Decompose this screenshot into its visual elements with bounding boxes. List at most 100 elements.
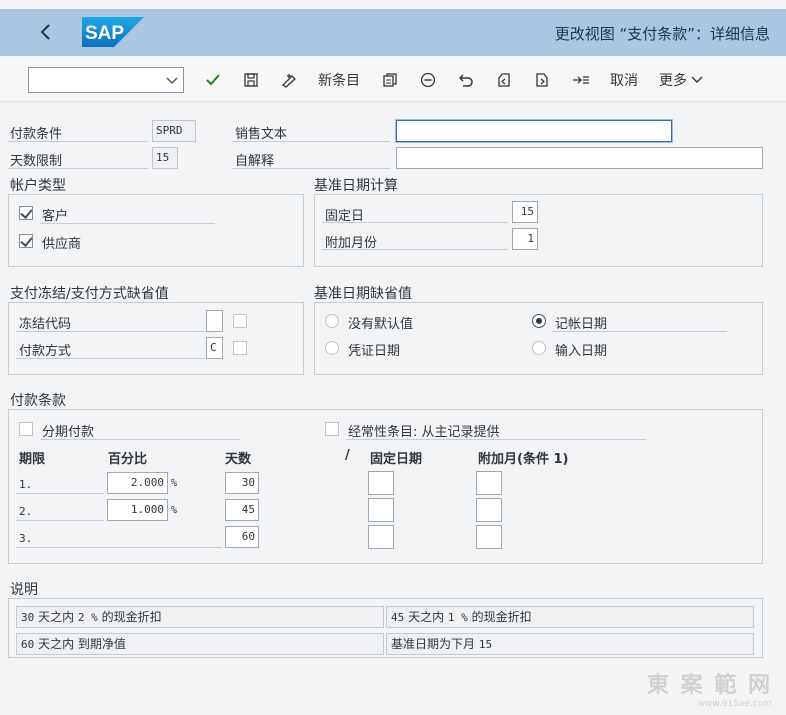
installment-line [40, 418, 240, 440]
svg-text:SAP: SAP [85, 23, 124, 44]
no-default-radio[interactable] [325, 314, 339, 328]
terms-title: 付款条款 [10, 393, 66, 409]
watermark-url: www.915ae.com [697, 699, 772, 709]
check-icon [206, 74, 220, 86]
explanation-line: 45 天之内 1 % 的现金折扣 [386, 606, 754, 628]
undo-button[interactable] [458, 68, 474, 92]
block-key-input[interactable] [206, 310, 223, 332]
col-fixed-date-header: 固定日期 [370, 452, 423, 467]
sales-text-label: 销售文本 [235, 127, 288, 142]
payment-terms-value: SPRD [152, 120, 196, 142]
additional-months-label: 附加月份 [325, 236, 378, 251]
fixed-date-input[interactable] [368, 471, 394, 495]
explanation-line: 30 天之内 2 % 的现金折扣 [16, 606, 384, 628]
customer-line [40, 202, 215, 224]
enter-button[interactable] [205, 68, 221, 92]
payment-terms-label: 付款条件 [10, 127, 63, 142]
block-key-checkbox[interactable] [233, 314, 247, 328]
add-month-input[interactable] [476, 498, 502, 522]
col-add-month-header: 附加月(条件 1) [478, 452, 569, 467]
undo-icon [458, 74, 473, 87]
vendor-label: 供应商 [42, 237, 82, 252]
row-number: 3. [19, 532, 33, 545]
percent-input[interactable]: 2.000 [107, 472, 168, 494]
account-type-title: 帐户类型 [10, 178, 66, 194]
explanation-line: 基准日期为下月 15 [386, 633, 754, 655]
display-change-button[interactable] [280, 68, 298, 92]
new-entries-button[interactable]: 新条目 [318, 68, 360, 92]
days-limit-value: 15 [152, 147, 178, 169]
percent-sign: % [171, 505, 178, 516]
sales-text-input[interactable] [395, 119, 673, 143]
installment-checkbox[interactable] [19, 422, 33, 436]
additional-months-input[interactable]: 1 [512, 228, 538, 250]
days-limit-label: 天数限制 [10, 154, 63, 169]
watermark: 東 案 範 网 www.915ae.com [647, 667, 772, 709]
payment-method-input[interactable]: C [206, 337, 223, 359]
baseline-calc-title: 基准日期计算 [314, 178, 398, 194]
block-key-label: 冻结代码 [19, 317, 72, 332]
more-button[interactable]: 更多 [659, 68, 704, 92]
days-input[interactable]: 60 [225, 526, 259, 548]
customer-checkbox[interactable] [19, 206, 33, 220]
minus-circle-icon [420, 72, 436, 88]
baseline-default-title: 基准日期缺省值 [314, 286, 412, 302]
shell-bar: SAP 更改视图 “支付条款”：详细信息 [0, 9, 786, 56]
sap-logo: SAP [82, 17, 144, 51]
delete-button[interactable] [420, 68, 436, 92]
document-date-radio[interactable] [325, 341, 339, 355]
col-percent-header: 百分比 [108, 452, 148, 467]
explanation-title: 说明 [10, 582, 38, 598]
command-field[interactable] [28, 67, 184, 93]
recurring-checkbox[interactable] [325, 422, 339, 436]
days-input[interactable]: 45 [225, 499, 259, 521]
entry-date-label: 输入日期 [555, 344, 608, 359]
posting-date-radio[interactable] [532, 314, 546, 328]
save-button[interactable] [243, 68, 259, 92]
payment-block-title: 支付冻结/支付方式缺省值 [10, 286, 169, 302]
chevron-down-icon [166, 77, 178, 85]
fixed-date-input[interactable] [368, 525, 394, 549]
explanation-line: 60 天之内 到期净值 [16, 633, 384, 655]
recurring-line [346, 418, 646, 440]
copy-icon [383, 73, 397, 87]
next-entry-button[interactable] [534, 68, 550, 92]
table-row [16, 526, 222, 548]
fixed-day-label: 固定日 [325, 209, 365, 224]
payment-method-checkbox[interactable] [233, 341, 247, 355]
percent-input[interactable]: 1.000 [107, 499, 168, 521]
document-date-label: 凭证日期 [348, 344, 401, 359]
toolbar: 新条目 取消 更多 [0, 58, 786, 102]
col-term-header: 期限 [19, 452, 46, 467]
chevron-left-icon [40, 24, 50, 40]
back-button[interactable] [36, 21, 56, 43]
fixed-date-input[interactable] [368, 498, 394, 522]
more-label: 更多 [659, 73, 687, 89]
no-default-label: 没有默认值 [348, 317, 414, 332]
previous-entry-button[interactable] [496, 68, 512, 92]
posting-date-line [552, 310, 727, 332]
payment-method-label: 付款方式 [19, 344, 72, 359]
days-input[interactable]: 30 [225, 472, 259, 494]
add-month-input[interactable] [476, 471, 502, 495]
copy-as-button[interactable] [382, 68, 398, 92]
app-title: 更改视图 “支付条款”：详细信息 [554, 25, 770, 43]
watermark-text: 東 案 範 网 [647, 673, 772, 698]
next-page-icon [536, 73, 548, 87]
goto-icon [573, 76, 589, 84]
fixed-day-input[interactable]: 15 [512, 201, 538, 223]
self-explanation-label: 自解释 [235, 154, 275, 169]
add-month-input[interactable] [476, 525, 502, 549]
prev-page-icon [498, 73, 510, 87]
vendor-checkbox[interactable] [19, 234, 33, 248]
cancel-button[interactable]: 取消 [610, 68, 638, 92]
col-slash-header: / [345, 448, 350, 463]
row-number: 2. [19, 505, 33, 518]
self-explanation-input[interactable] [396, 147, 763, 169]
goto-button[interactable] [572, 68, 590, 92]
save-icon [244, 73, 258, 87]
row-number: 1. [19, 478, 33, 491]
col-days-header: 天数 [225, 452, 252, 467]
percent-sign: % [171, 478, 178, 489]
entry-date-radio[interactable] [532, 341, 546, 355]
